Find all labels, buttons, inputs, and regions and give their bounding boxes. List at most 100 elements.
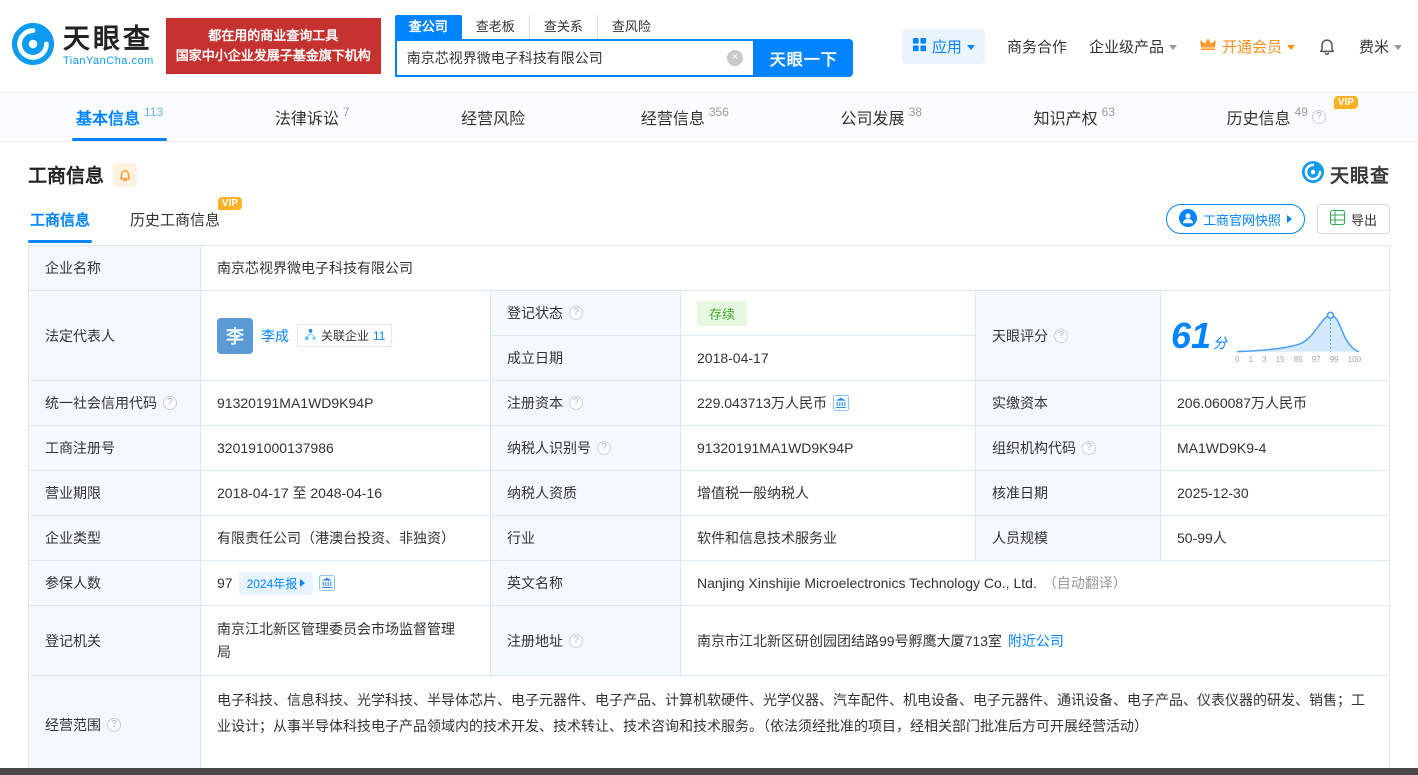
legal-rep-link[interactable]: 李成 <box>261 326 289 346</box>
reg-status-cell: 存续 <box>681 291 976 336</box>
logo-domain: TianYanCha.com <box>63 54 154 67</box>
tab-operating-risk[interactable]: 经营风险 <box>447 93 543 141</box>
subtab-business-registration[interactable]: 工商信息 <box>28 199 93 243</box>
search-tab-relation[interactable]: 查关系 <box>528 15 597 39</box>
subtab-row: 工商信息 VIP 历史工商信息 工商官网快照 导出 <box>0 193 1418 243</box>
english-name-label: 英文名称 <box>491 561 681 606</box>
nearby-companies-link[interactable]: 附近公司 <box>1008 631 1064 651</box>
help-icon[interactable] <box>597 441 611 455</box>
arrow-right-icon <box>300 579 306 587</box>
official-snapshot-button[interactable]: 工商官网快照 <box>1165 204 1305 234</box>
clear-search-icon[interactable]: × <box>726 50 743 66</box>
tianyancha-swirl-icon <box>10 21 56 72</box>
user-menu[interactable]: 费米 <box>1359 36 1402 57</box>
search-row: × 天眼一下 <box>394 39 853 77</box>
tab-label: 基本信息 <box>76 111 141 128</box>
tab-count: 7 <box>342 105 350 119</box>
insured-count-label: 参保人数 <box>29 561 201 606</box>
brand-watermark: 天眼查 <box>1301 160 1390 189</box>
tab-company-development[interactable]: 公司发展 38 <box>827 93 936 141</box>
arrow-right-icon <box>1286 215 1292 223</box>
tab-legal-litigation[interactable]: 法律诉讼 7 <box>261 93 364 141</box>
tab-count: 356 <box>708 105 729 119</box>
tab-intellectual-property[interactable]: 知识产权 63 <box>1020 93 1129 141</box>
industry-label: 行业 <box>491 516 681 561</box>
tianyancha-company-page: 天眼查 TianYanCha.com 都在用的商业查询工具 国家中小企业发展子基… <box>0 0 1418 775</box>
apps-grid-icon <box>912 37 927 56</box>
business-term-label: 营业期限 <box>29 471 201 516</box>
snapshot-label: 工商官网快照 <box>1202 212 1281 228</box>
annual-report-badge[interactable]: 2024年报 <box>238 571 314 595</box>
tab-count: 38 <box>908 105 922 119</box>
help-icon[interactable] <box>163 396 177 410</box>
related-companies-label: 关联企业 <box>321 329 370 343</box>
taxpayer-id-label-cell: 纳税人识别号 <box>491 426 681 471</box>
chevron-down-icon <box>1286 44 1295 50</box>
insured-count-cell: 97 2024年报 <box>201 561 491 606</box>
english-name-cell: Nanjing Xinshijie Microelectronics Techn… <box>681 561 1390 606</box>
help-icon[interactable] <box>1311 110 1326 124</box>
apps-menu[interactable]: 应用 <box>901 28 985 64</box>
related-companies-badge[interactable]: 关联企业 11 <box>297 324 393 347</box>
score-value: 61 分 <box>1171 317 1227 354</box>
search-tab-boss[interactable]: 查老板 <box>462 15 529 39</box>
tab-history-info[interactable]: VIP 历史信息 49 <box>1213 93 1358 141</box>
related-companies-count: 11 <box>373 328 386 343</box>
help-icon[interactable] <box>569 633 583 648</box>
capital-detail-icon[interactable] <box>832 395 849 411</box>
auto-translate-note: （自动翻译） <box>1042 575 1127 591</box>
company-name-value: 南京芯视界微电子科技有限公司 <box>201 246 1390 291</box>
address-label: 注册地址 <box>507 632 563 649</box>
help-icon[interactable] <box>107 717 121 732</box>
org-code-value: MA1WD9K9-4 <box>1161 426 1390 471</box>
address-value: 南京市江北新区研创园团结路99号孵鹰大厦713室 <box>697 632 1002 649</box>
tab-label: 经营风险 <box>461 111 526 128</box>
search-input[interactable] <box>406 50 727 66</box>
help-icon[interactable] <box>1054 328 1068 343</box>
tianyancha-logo[interactable]: 天眼查 TianYanCha.com <box>10 21 154 72</box>
approval-date-label: 核准日期 <box>976 471 1161 516</box>
paid-capital-value: 206.060087万人民币 <box>1161 381 1390 426</box>
vip-badge: VIP <box>1333 96 1358 109</box>
open-vip-menu[interactable]: 开通会员 <box>1199 36 1295 57</box>
subtab-history-registration[interactable]: VIP 历史工商信息 <box>128 197 243 243</box>
insured-detail-icon[interactable] <box>319 575 336 591</box>
export-button[interactable]: 导出 <box>1316 204 1390 234</box>
reg-status-label: 登记状态 <box>507 305 563 321</box>
help-icon[interactable] <box>569 306 583 320</box>
score-axis-ticks: 0 1 3 15 85 97 99 100 <box>1235 355 1361 364</box>
search-submit-button[interactable]: 天眼一下 <box>754 39 853 77</box>
tab-label: 公司发展 <box>840 111 905 128</box>
help-icon[interactable] <box>1082 441 1096 455</box>
logo-title: 天眼查 <box>63 24 153 55</box>
reg-number-value: 320191000137986 <box>201 426 491 471</box>
tab-count: 49 <box>1294 105 1308 119</box>
legal-rep-cell: 李 李成 关联企业 11 <box>201 291 491 381</box>
crown-icon <box>1199 37 1217 55</box>
address-label-cell: 注册地址 <box>491 606 681 676</box>
subtab-label: 历史工商信息 <box>130 212 221 229</box>
establish-date-value: 2018-04-17 <box>681 336 976 381</box>
tab-count: 113 <box>144 105 164 119</box>
chevron-down-icon <box>1394 44 1402 50</box>
reg-capital-label: 注册资本 <box>507 395 563 411</box>
tab-basic-info[interactable]: 基本信息 113 <box>62 93 177 141</box>
credit-code-value: 91320191MA1WD9K94P <box>201 381 491 426</box>
staff-size-value: 50-99人 <box>1161 516 1390 561</box>
monitor-bell-icon[interactable] <box>113 162 138 187</box>
search-tab-company[interactable]: 查公司 <box>394 15 462 39</box>
legal-rep-avatar[interactable]: 李 <box>217 317 253 354</box>
section-header: 工商信息 天眼查 <box>0 142 1418 193</box>
notifications-bell[interactable] <box>1317 36 1337 56</box>
search-tab-risk[interactable]: 查风险 <box>596 15 665 39</box>
tab-business-info[interactable]: 经营信息 356 <box>627 93 743 141</box>
company-type-value: 有限责任公司（港澳台投资、非独资） <box>201 516 491 561</box>
registry-label: 登记机关 <box>29 606 201 676</box>
help-icon[interactable] <box>569 396 583 410</box>
user-name: 费米 <box>1358 38 1389 56</box>
business-cooperation-link[interactable]: 商务合作 <box>1007 36 1067 57</box>
search-block: 查公司 查老板 查关系 查风险 × 天眼一下 <box>394 15 853 77</box>
enterprise-products-menu[interactable]: 企业级产品 <box>1089 36 1177 57</box>
registry-value: 南京江北新区管理委员会市场监督管理局 <box>217 621 455 660</box>
top-header: 天眼查 TianYanCha.com 都在用的商业查询工具 国家中小企业发展子基… <box>0 0 1418 92</box>
